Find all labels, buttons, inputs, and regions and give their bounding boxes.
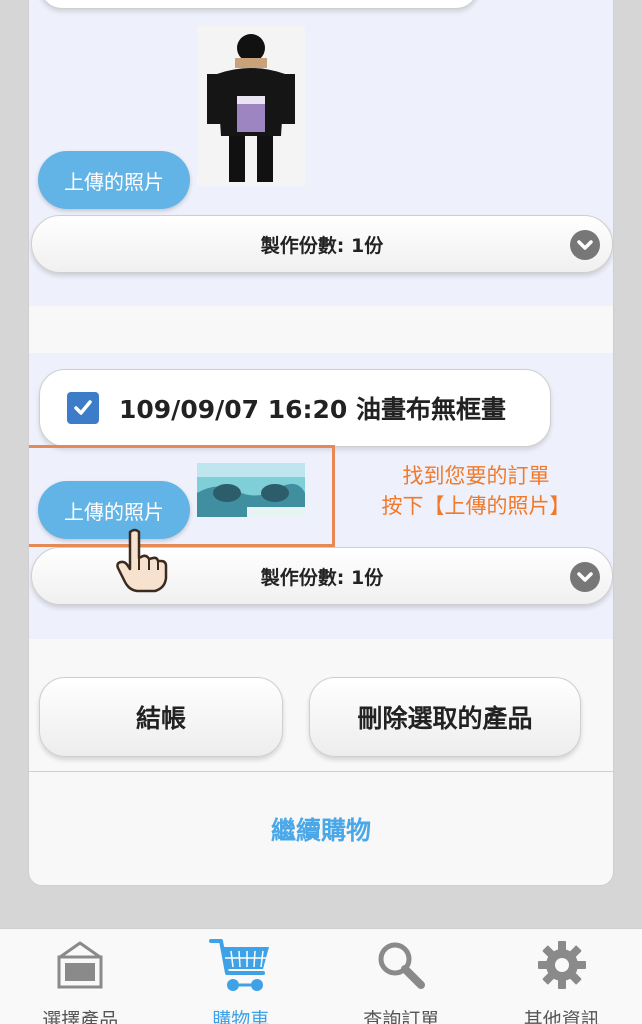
chevron-down-icon — [570, 230, 600, 260]
cart-item-1: 上傳的照片 製作份數: 1份 — [29, 0, 613, 306]
tab-other-info[interactable]: 其他資訊 — [482, 929, 642, 1024]
quantity-select[interactable]: 製作份數: 1份 — [31, 215, 613, 273]
bottom-tab-bar: 選擇產品 購物車 查詢訂單 其他資訊 — [0, 928, 642, 1024]
tab-label: 購物車 — [212, 1009, 270, 1024]
instruction-annotation: 找到您要的訂單 按下【上傳的照片】 — [361, 461, 591, 521]
order-title: 109/09/07 16:20 油畫布無框畫 — [119, 395, 507, 424]
cart-item-1-header[interactable] — [39, 0, 479, 9]
pointing-hand-icon — [116, 528, 168, 593]
gear-icon — [537, 941, 586, 989]
checkout-button[interactable]: 結帳 — [39, 677, 283, 757]
product-photo-thumbnail — [197, 26, 305, 186]
upload-photo-button[interactable]: 上傳的照片 — [38, 151, 190, 209]
cart-icon — [208, 939, 269, 991]
tab-cart[interactable]: 購物車 — [161, 929, 322, 1024]
frame-icon — [57, 941, 103, 989]
chevron-down-icon — [570, 562, 600, 592]
quantity-label: 製作份數: 1份 — [260, 566, 384, 589]
highlight-box — [29, 445, 335, 547]
cart-card: 上傳的照片 製作份數: 1份 109/09/07 16:20 油畫布無框畫 上傳… — [28, 0, 614, 886]
tab-select-products[interactable]: 選擇產品 — [0, 929, 161, 1024]
order-header[interactable]: 109/09/07 16:20 油畫布無框畫 — [39, 369, 551, 447]
select-checkbox[interactable] — [67, 392, 99, 424]
tab-label: 選擇產品 — [42, 1009, 119, 1024]
tab-query-order[interactable]: 查詢訂單 — [321, 929, 482, 1024]
magnifier-icon — [378, 942, 426, 989]
delete-selected-button[interactable]: 刪除選取的產品 — [309, 677, 581, 757]
checkmark-icon — [74, 400, 92, 415]
annotation-line-1: 找到您要的訂單 — [402, 464, 550, 488]
continue-shopping-link[interactable]: 繼續購物 — [29, 811, 613, 847]
annotation-line-2: 按下【上傳的照片】 — [381, 494, 571, 518]
quantity-label: 製作份數: 1份 — [260, 234, 384, 257]
tab-label: 其他資訊 — [523, 1009, 600, 1024]
divider — [29, 771, 613, 772]
tab-label: 查詢訂單 — [363, 1009, 440, 1024]
